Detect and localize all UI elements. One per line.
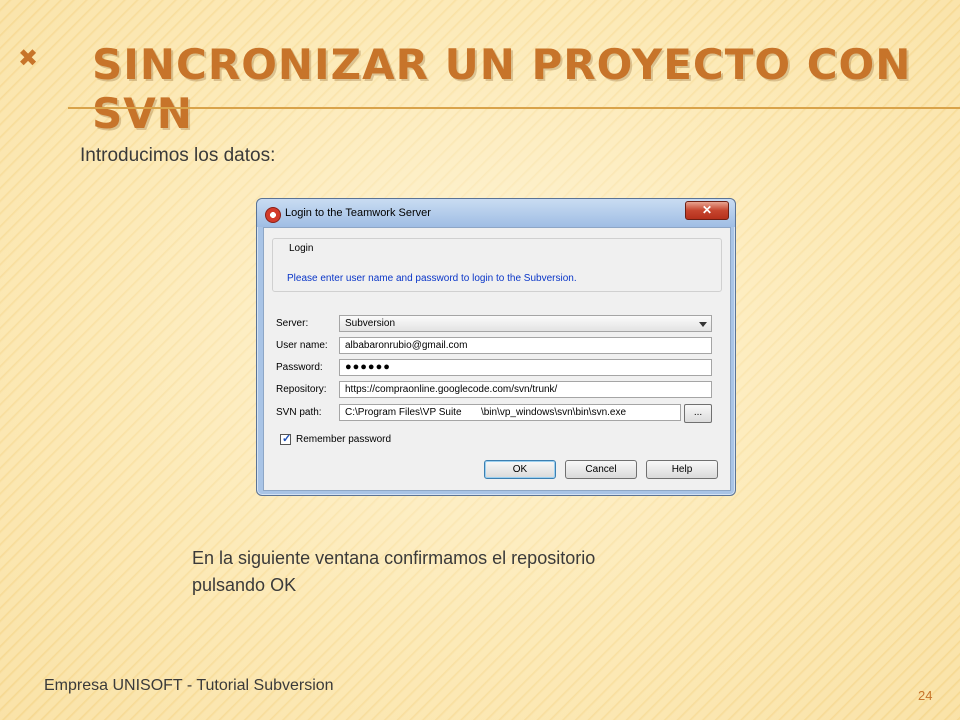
caption-line-1: En la siguiente ventana confirmamos el r… [192, 548, 596, 568]
title-bullet-icon: ✖ [18, 44, 39, 72]
server-label: Server: [276, 318, 309, 329]
login-dialog: Login to the Teamwork Server ✕ Login Ple… [256, 198, 736, 496]
username-label: User name: [276, 340, 328, 351]
svnpath-input[interactable]: C:\Program Files\VP Suite \bin\vp_window… [339, 404, 681, 421]
password-input[interactable]: ●●●●●● [339, 359, 712, 376]
close-button[interactable]: ✕ [685, 201, 729, 220]
title-divider [68, 107, 960, 109]
caption-line-2: pulsando OK [192, 575, 297, 595]
login-instructions: Please enter user name and password to l… [287, 273, 577, 284]
checkmark-icon: ✓ [282, 433, 292, 445]
page-number: 24 [918, 688, 933, 703]
cancel-button[interactable]: Cancel [565, 460, 637, 479]
remember-password-label[interactable]: Remember password [296, 434, 391, 445]
login-group: Login Please enter user name and passwor… [272, 238, 722, 292]
repository-input[interactable]: https://compraonline.googlecode.com/svn/… [339, 381, 712, 398]
server-select[interactable]: Subversion [339, 315, 712, 332]
caption-text: En la siguiente ventana confirmamos el r… [192, 545, 595, 599]
ok-button[interactable]: OK [484, 460, 556, 479]
repository-label: Repository: [276, 384, 327, 395]
browse-button[interactable]: ... [684, 404, 712, 423]
help-button[interactable]: Help [646, 460, 718, 479]
svnpath-label: SVN path: [276, 407, 322, 418]
dialog-title: Login to the Teamwork Server [285, 207, 431, 219]
intro-text: Introducimos los datos: [80, 145, 276, 166]
dialog-titlebar[interactable]: Login to the Teamwork Server ✕ [257, 199, 735, 227]
chevron-down-icon[interactable] [699, 322, 707, 327]
password-label: Password: [276, 362, 323, 373]
dialog-body: Login Please enter user name and passwor… [263, 227, 731, 491]
server-value: Subversion [345, 318, 396, 329]
app-icon [265, 207, 281, 223]
remember-password-checkbox[interactable]: ✓ [280, 433, 292, 445]
group-label: Login [287, 243, 316, 254]
slide-title: SINCRONIZAR UN PROYECTO CON SVN [92, 40, 912, 138]
footer-text: Empresa UNISOFT - Tutorial Subversion [44, 677, 334, 694]
username-input[interactable]: albabaronrubio@gmail.com [339, 337, 712, 354]
